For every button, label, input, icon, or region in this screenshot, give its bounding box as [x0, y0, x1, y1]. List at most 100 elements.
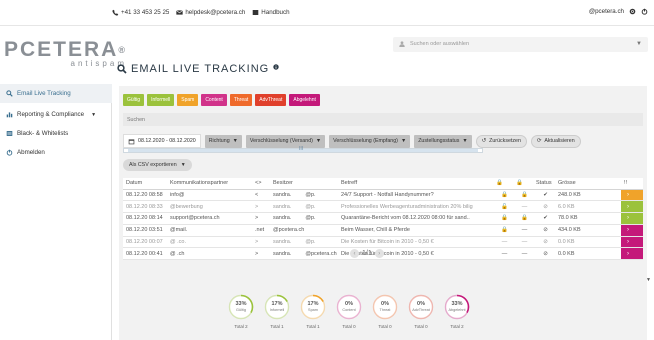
table-row[interactable]: 08.12.20 03:51 @mail. .net @pcetera.ch Beim …	[123, 224, 643, 237]
next-page-button[interactable]: ›	[374, 249, 384, 258]
date-range-picker[interactable]: 08.12.2020 - 08.12.2020	[123, 134, 201, 148]
gauge-ring	[300, 294, 326, 320]
owner-domain: @p.	[305, 203, 316, 210]
cell-enc-recv: —	[513, 247, 533, 261]
info-icon[interactable]	[273, 63, 279, 70]
gauge-total: Total 2	[450, 324, 464, 329]
table-row[interactable]: 08.12.20 08:14 support@pcetera.ch > sandra.…	[123, 212, 643, 225]
sidebar-item-logout[interactable]: Abmelden	[0, 143, 112, 162]
search-select[interactable]: Suchen oder auswählen ▼	[393, 37, 648, 52]
status-flag[interactable]: ›	[621, 247, 643, 261]
refresh-button[interactable]: ⟳ Aktualisieren	[530, 134, 581, 148]
owner-domain: @pcetera.ch	[305, 250, 337, 257]
gauge-percent: 33%	[235, 301, 247, 307]
email-contact[interactable]: helpdesk@pcetera.ch	[176, 9, 245, 16]
col-enc-send[interactable]: 🔒	[493, 178, 513, 190]
direction-dropdown[interactable]: Richtung ▼	[204, 134, 242, 148]
reset-button[interactable]: ↺ Zurücksetzen	[475, 134, 527, 148]
prev-page-button[interactable]: ‹	[350, 249, 359, 258]
status-flag[interactable]: ›	[621, 200, 643, 214]
cell-date: 08.12.20 00:07	[123, 236, 167, 249]
export-label: Als CSV exportieren	[129, 162, 177, 168]
cell-subject: Professionelles Werbeagenturadministrati…	[338, 200, 493, 214]
cell-owner: @pcetera.ch	[270, 224, 338, 237]
vertical-scrollbar[interactable]: ▼	[646, 178, 653, 340]
gauge-total: Total 0	[342, 324, 356, 329]
horizontal-scrollbar[interactable]: III	[123, 146, 483, 153]
cell-status: ⊘	[533, 236, 555, 249]
user-email[interactable]: @pcetera.ch	[589, 8, 624, 15]
col-direction[interactable]: <>	[252, 178, 270, 190]
chip-informell[interactable]: Informell	[147, 94, 175, 106]
col-flag[interactable]: !!	[621, 178, 643, 190]
gear-icon[interactable]	[629, 8, 636, 15]
cell-date: 08.12.20 03:51	[123, 224, 167, 237]
export-csv-button[interactable]: Als CSV exportieren ▼	[123, 159, 192, 171]
gauge-category: Abgelehnt	[448, 308, 466, 312]
cell-owner: sandra. @p.	[270, 212, 338, 225]
cell-size: 0.0 KB	[555, 236, 621, 249]
col-partner[interactable]: Kommunikationspartner	[167, 178, 252, 190]
pcetera-logo[interactable]: PCETERA® antispam	[4, 39, 127, 68]
power-icon[interactable]	[641, 8, 648, 15]
gauge-total: Total 0	[414, 324, 428, 329]
gauge-ring	[372, 294, 398, 320]
table-row[interactable]: 08.12.20 08:33 @bewerbung > sandra. @p. Profe…	[123, 200, 643, 214]
chip-advthreat[interactable]: AdvThreat	[255, 94, 287, 106]
phone-icon	[112, 9, 119, 16]
chevron-down-icon[interactable]: ▼	[646, 277, 651, 283]
chip-content[interactable]: Content	[201, 94, 227, 106]
user-icon	[399, 41, 405, 47]
sidebar-item-black-whitelists[interactable]: Black- & Whitelists	[0, 124, 112, 143]
lock-icon: 🔒	[496, 180, 503, 187]
manual-link[interactable]: Handbuch	[252, 9, 290, 16]
tracking-table: Datum Kommunikationspartner <> Besitzer …	[123, 178, 643, 261]
cell-date: 08.12.20 00:41	[123, 247, 167, 261]
sidebar-item-email-live-tracking[interactable]: Email Live Tracking	[0, 84, 112, 103]
delivery-status-dropdown[interactable]: Zustellungsstatus ▼	[414, 134, 472, 148]
col-enc-recv[interactable]: 🔒	[513, 178, 533, 190]
cell-direction: .net	[252, 224, 270, 237]
col-subject[interactable]: Betreff	[338, 178, 493, 190]
search-select-placeholder: Suchen oder auswählen	[410, 41, 470, 47]
cell-size: 248.0 KB	[555, 189, 621, 202]
col-size[interactable]: Grösse	[555, 178, 621, 190]
table-row[interactable]: 08.12.20 00:07 @ .co. > sandra. @p. Die Koste…	[123, 236, 643, 249]
gauge-percent: 17%	[307, 301, 319, 307]
search-input[interactable]: Suchen	[123, 113, 643, 126]
status-flag[interactable]: ›	[621, 236, 643, 249]
enc-recv-dropdown[interactable]: Verschlüsselung (Empfang) ▼	[329, 134, 411, 148]
table-header-row: Datum Kommunikationspartner <> Besitzer …	[123, 178, 643, 190]
chip-gueltig[interactable]: Gültig	[123, 94, 145, 106]
contact-info: +41 33 453 25 25 helpdesk@pcetera.ch Han…	[112, 9, 290, 16]
sidebar-item-reporting[interactable]: Reporting & Compliance ▼	[0, 105, 112, 124]
cell-subject: Beim Wasser, Chill & Pferde	[338, 224, 493, 237]
chip-threat[interactable]: Threat	[229, 94, 253, 106]
gauge-ring	[228, 294, 254, 320]
chevron-down-icon: ▼	[400, 138, 407, 144]
cell-subject: 24/7 Support - Notfall Handynummer?	[338, 189, 493, 202]
status-flag[interactable]: ›	[621, 224, 643, 237]
col-date[interactable]: Datum	[123, 178, 167, 190]
gauge-ring	[336, 294, 362, 320]
chevron-down-icon: ▼	[180, 162, 186, 168]
top-bar: +41 33 453 25 25 helpdesk@pcetera.ch Han…	[0, 0, 654, 26]
cell-enc-send: —	[493, 247, 513, 261]
status-flag[interactable]: ›	[621, 212, 643, 225]
enc-send-dropdown[interactable]: Verschlüsselung (Versand) ▼	[245, 134, 326, 148]
cell-direction: >	[252, 236, 270, 249]
chip-spam[interactable]: Spam	[177, 94, 199, 106]
phone-contact[interactable]: +41 33 453 25 25	[112, 9, 169, 16]
col-status[interactable]: Status	[533, 178, 555, 190]
status-flag[interactable]: ›	[621, 189, 643, 202]
cell-enc-recv: 🔒	[513, 189, 533, 202]
table-row[interactable]: 08.12.20 08:58 info@ < sandra. @p. 24/7 Suppo…	[123, 189, 643, 202]
col-owner[interactable]: Besitzer	[270, 178, 338, 190]
reset-label: Zurücksetzen	[489, 138, 521, 144]
manual-label: Handbuch	[261, 9, 290, 16]
owner-name: sandra.	[273, 191, 292, 198]
cell-date: 08.12.20 08:58	[123, 189, 167, 202]
chip-abgelehnt[interactable]: Abgelehnt	[289, 94, 320, 106]
cell-status: ✔	[533, 212, 555, 225]
chevron-right-icon: ›	[627, 227, 629, 234]
